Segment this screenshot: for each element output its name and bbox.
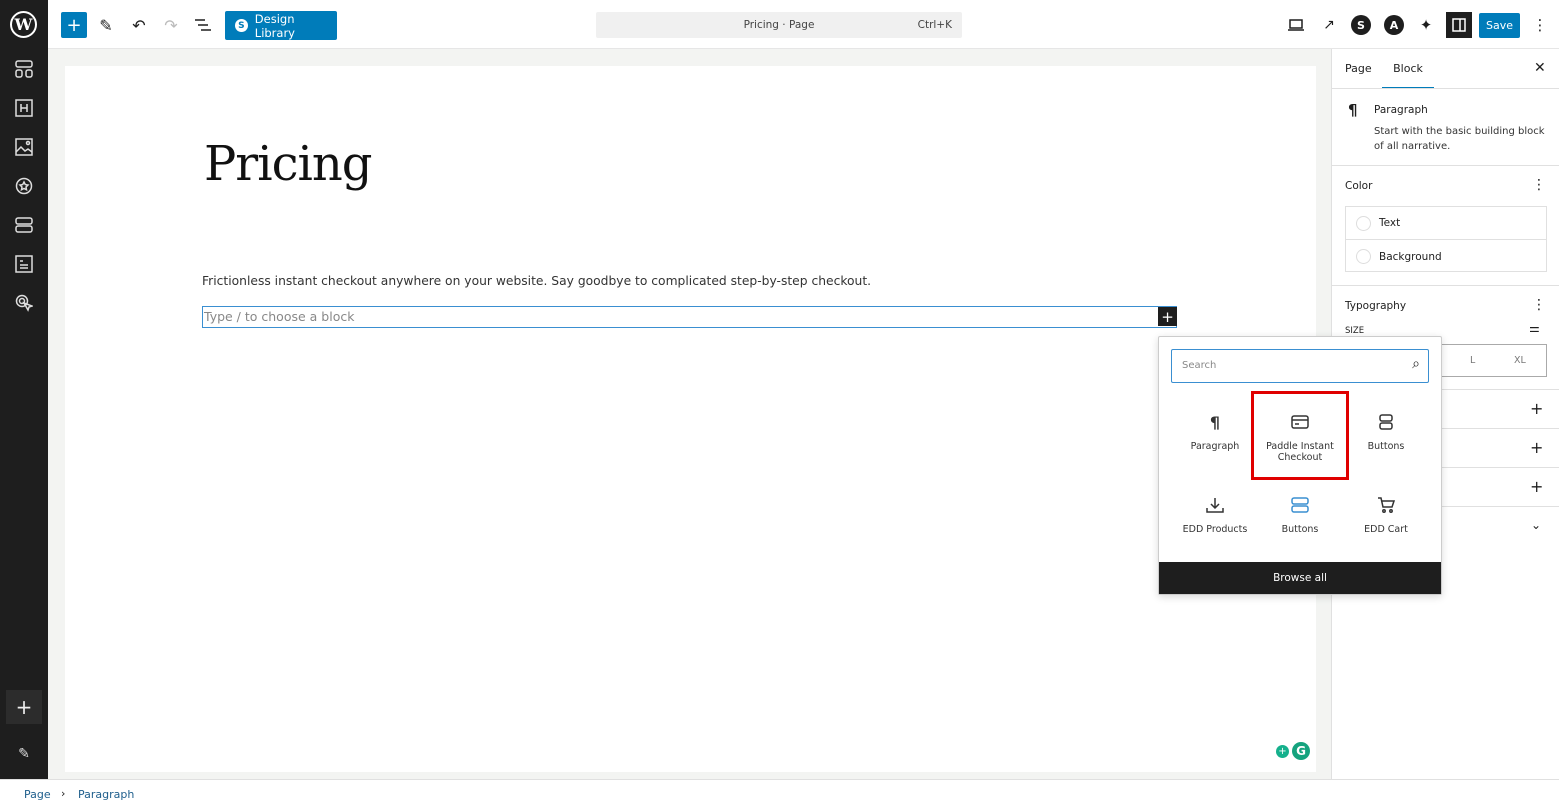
swatch-icon bbox=[1356, 215, 1371, 231]
grammarly-bulb-icon[interactable]: + bbox=[1276, 744, 1289, 758]
spectra-icon[interactable]: S bbox=[1348, 12, 1374, 38]
download-icon bbox=[1172, 492, 1258, 518]
redo-icon: ↷ bbox=[164, 15, 178, 35]
astra-icon[interactable]: A bbox=[1381, 12, 1407, 38]
ai-sparkle-icon[interactable]: ✦ bbox=[1413, 12, 1439, 38]
size-l[interactable]: L bbox=[1470, 355, 1475, 366]
settings-panel-toggle-icon[interactable] bbox=[1446, 12, 1472, 38]
image-icon[interactable] bbox=[12, 135, 36, 159]
expand-plus-icon[interactable]: + bbox=[1530, 438, 1543, 457]
browse-all-button[interactable]: Browse all bbox=[1159, 562, 1441, 594]
design-library-label: Design Library bbox=[254, 11, 295, 40]
add-block-button[interactable]: + bbox=[1158, 307, 1177, 326]
cursor-icon[interactable] bbox=[12, 291, 36, 315]
paragraph-icon: ¶ bbox=[1348, 101, 1358, 119]
document-title: Pricing · Page bbox=[743, 19, 815, 31]
add-icon[interactable]: + bbox=[6, 690, 42, 724]
expand-plus-icon[interactable]: + bbox=[1530, 399, 1543, 418]
buttons-icon bbox=[1343, 409, 1429, 435]
badge-icon[interactable] bbox=[12, 174, 36, 198]
command-palette[interactable]: Pricing · Page Ctrl+K bbox=[596, 12, 962, 38]
patterns-icon[interactable] bbox=[12, 57, 36, 81]
search-icon: ⌕ bbox=[1412, 356, 1420, 372]
size-xl[interactable]: XL bbox=[1514, 355, 1526, 366]
tab-block[interactable]: Block bbox=[1382, 49, 1434, 89]
block-item-paragraph[interactable]: ¶ Paragraph bbox=[1172, 409, 1258, 453]
text-color-label: Text bbox=[1379, 217, 1401, 229]
top-toolbar: + ✎ ↶ ↷ S Design Library Pricing · Page … bbox=[48, 0, 1559, 49]
block-item-label: EDD Products bbox=[1182, 524, 1248, 535]
block-item-edd-cart[interactable]: EDD Cart bbox=[1343, 492, 1429, 535]
expand-plus-icon[interactable]: + bbox=[1530, 477, 1543, 496]
tab-page[interactable]: Page bbox=[1345, 62, 1372, 75]
block-item-paddle-instant-checkout[interactable]: Paddle Instant Checkout bbox=[1257, 409, 1343, 463]
wordpress-logo-icon[interactable]: W bbox=[10, 11, 37, 38]
block-description: Start with the basic building block of a… bbox=[1374, 126, 1545, 152]
breadcrumb-paragraph[interactable]: Paragraph bbox=[78, 788, 134, 801]
left-toolbar: W + ✎ bbox=[0, 0, 48, 779]
page-canvas: Pricing Frictionless instant checkout an… bbox=[65, 66, 1316, 772]
grammarly-icon[interactable]: G bbox=[1292, 742, 1310, 760]
block-item-label: Buttons bbox=[1367, 441, 1405, 452]
chevron-down-icon[interactable]: ⌄ bbox=[1531, 518, 1541, 532]
color-options-icon[interactable]: ⋮ bbox=[1532, 177, 1546, 193]
view-page-icon[interactable]: ↗ bbox=[1316, 12, 1342, 38]
preview-desktop-icon[interactable] bbox=[1283, 12, 1309, 38]
more-options-icon[interactable]: ⋮ bbox=[1527, 12, 1553, 38]
typography-options-icon[interactable]: ⋮ bbox=[1532, 297, 1546, 313]
design-library-icon: S bbox=[235, 19, 248, 32]
typography-heading: Typography bbox=[1345, 300, 1407, 312]
size-label: SIZE bbox=[1345, 326, 1365, 336]
quick-inserter-popover: Search ⌕ ¶ Paragraph Paddle Instant Check… bbox=[1158, 336, 1442, 595]
background-color-item[interactable]: Background bbox=[1346, 240, 1546, 273]
undo-icon[interactable]: ↶ bbox=[126, 12, 152, 38]
paragraph-block[interactable]: Frictionless instant checkout anywhere o… bbox=[202, 274, 871, 288]
search-placeholder: Search bbox=[1182, 360, 1217, 371]
background-color-label: Background bbox=[1379, 250, 1442, 263]
color-settings: Text Background bbox=[1345, 206, 1547, 272]
save-button[interactable]: Save bbox=[1479, 13, 1520, 38]
block-item-label: EDD Cart bbox=[1364, 524, 1408, 535]
swatch-icon bbox=[1356, 249, 1371, 264]
text-color-item[interactable]: Text bbox=[1346, 207, 1546, 240]
edit-tool-icon[interactable]: ✎ bbox=[93, 12, 119, 38]
post-icon[interactable] bbox=[12, 252, 36, 276]
block-item-label: Paragraph bbox=[1190, 441, 1240, 452]
grammarly-widget[interactable]: + G bbox=[1272, 740, 1314, 762]
color-heading: Color bbox=[1345, 180, 1373, 192]
shortcut-hint: Ctrl+K bbox=[917, 19, 952, 31]
buttons-icon bbox=[1257, 492, 1343, 518]
empty-block-input[interactable]: Type / to choose a block bbox=[202, 306, 1177, 328]
block-item-buttons[interactable]: Buttons bbox=[1343, 409, 1429, 452]
list-view-icon[interactable] bbox=[190, 12, 216, 38]
block-inserter-button[interactable]: + bbox=[61, 12, 87, 38]
design-library-button[interactable]: S Design Library bbox=[225, 11, 337, 40]
buttons-icon[interactable] bbox=[12, 213, 36, 237]
breadcrumb: Page › Paragraph bbox=[0, 779, 1559, 807]
breadcrumb-page[interactable]: Page bbox=[24, 788, 51, 801]
block-item-label: Paddle Instant Checkout bbox=[1266, 441, 1334, 463]
cart-icon bbox=[1343, 492, 1429, 518]
block-name: Paragraph bbox=[1374, 104, 1428, 116]
block-search-input[interactable]: Search ⌕ bbox=[1171, 349, 1429, 383]
block-item-buttons-alt[interactable]: Buttons bbox=[1257, 492, 1343, 535]
paragraph-icon: ¶ bbox=[1209, 412, 1221, 432]
chevron-right-icon: › bbox=[61, 787, 66, 800]
block-item-edd-products[interactable]: EDD Products bbox=[1172, 492, 1258, 535]
size-settings-icon[interactable]: ⚌ bbox=[1529, 321, 1540, 335]
edit-icon[interactable]: ✎ bbox=[12, 742, 36, 766]
page-title[interactable]: Pricing bbox=[204, 136, 372, 192]
heading-icon[interactable] bbox=[12, 96, 36, 120]
card-icon bbox=[1265, 409, 1335, 435]
block-item-label: Buttons bbox=[1281, 524, 1319, 535]
close-icon[interactable]: ✕ bbox=[1534, 60, 1546, 76]
